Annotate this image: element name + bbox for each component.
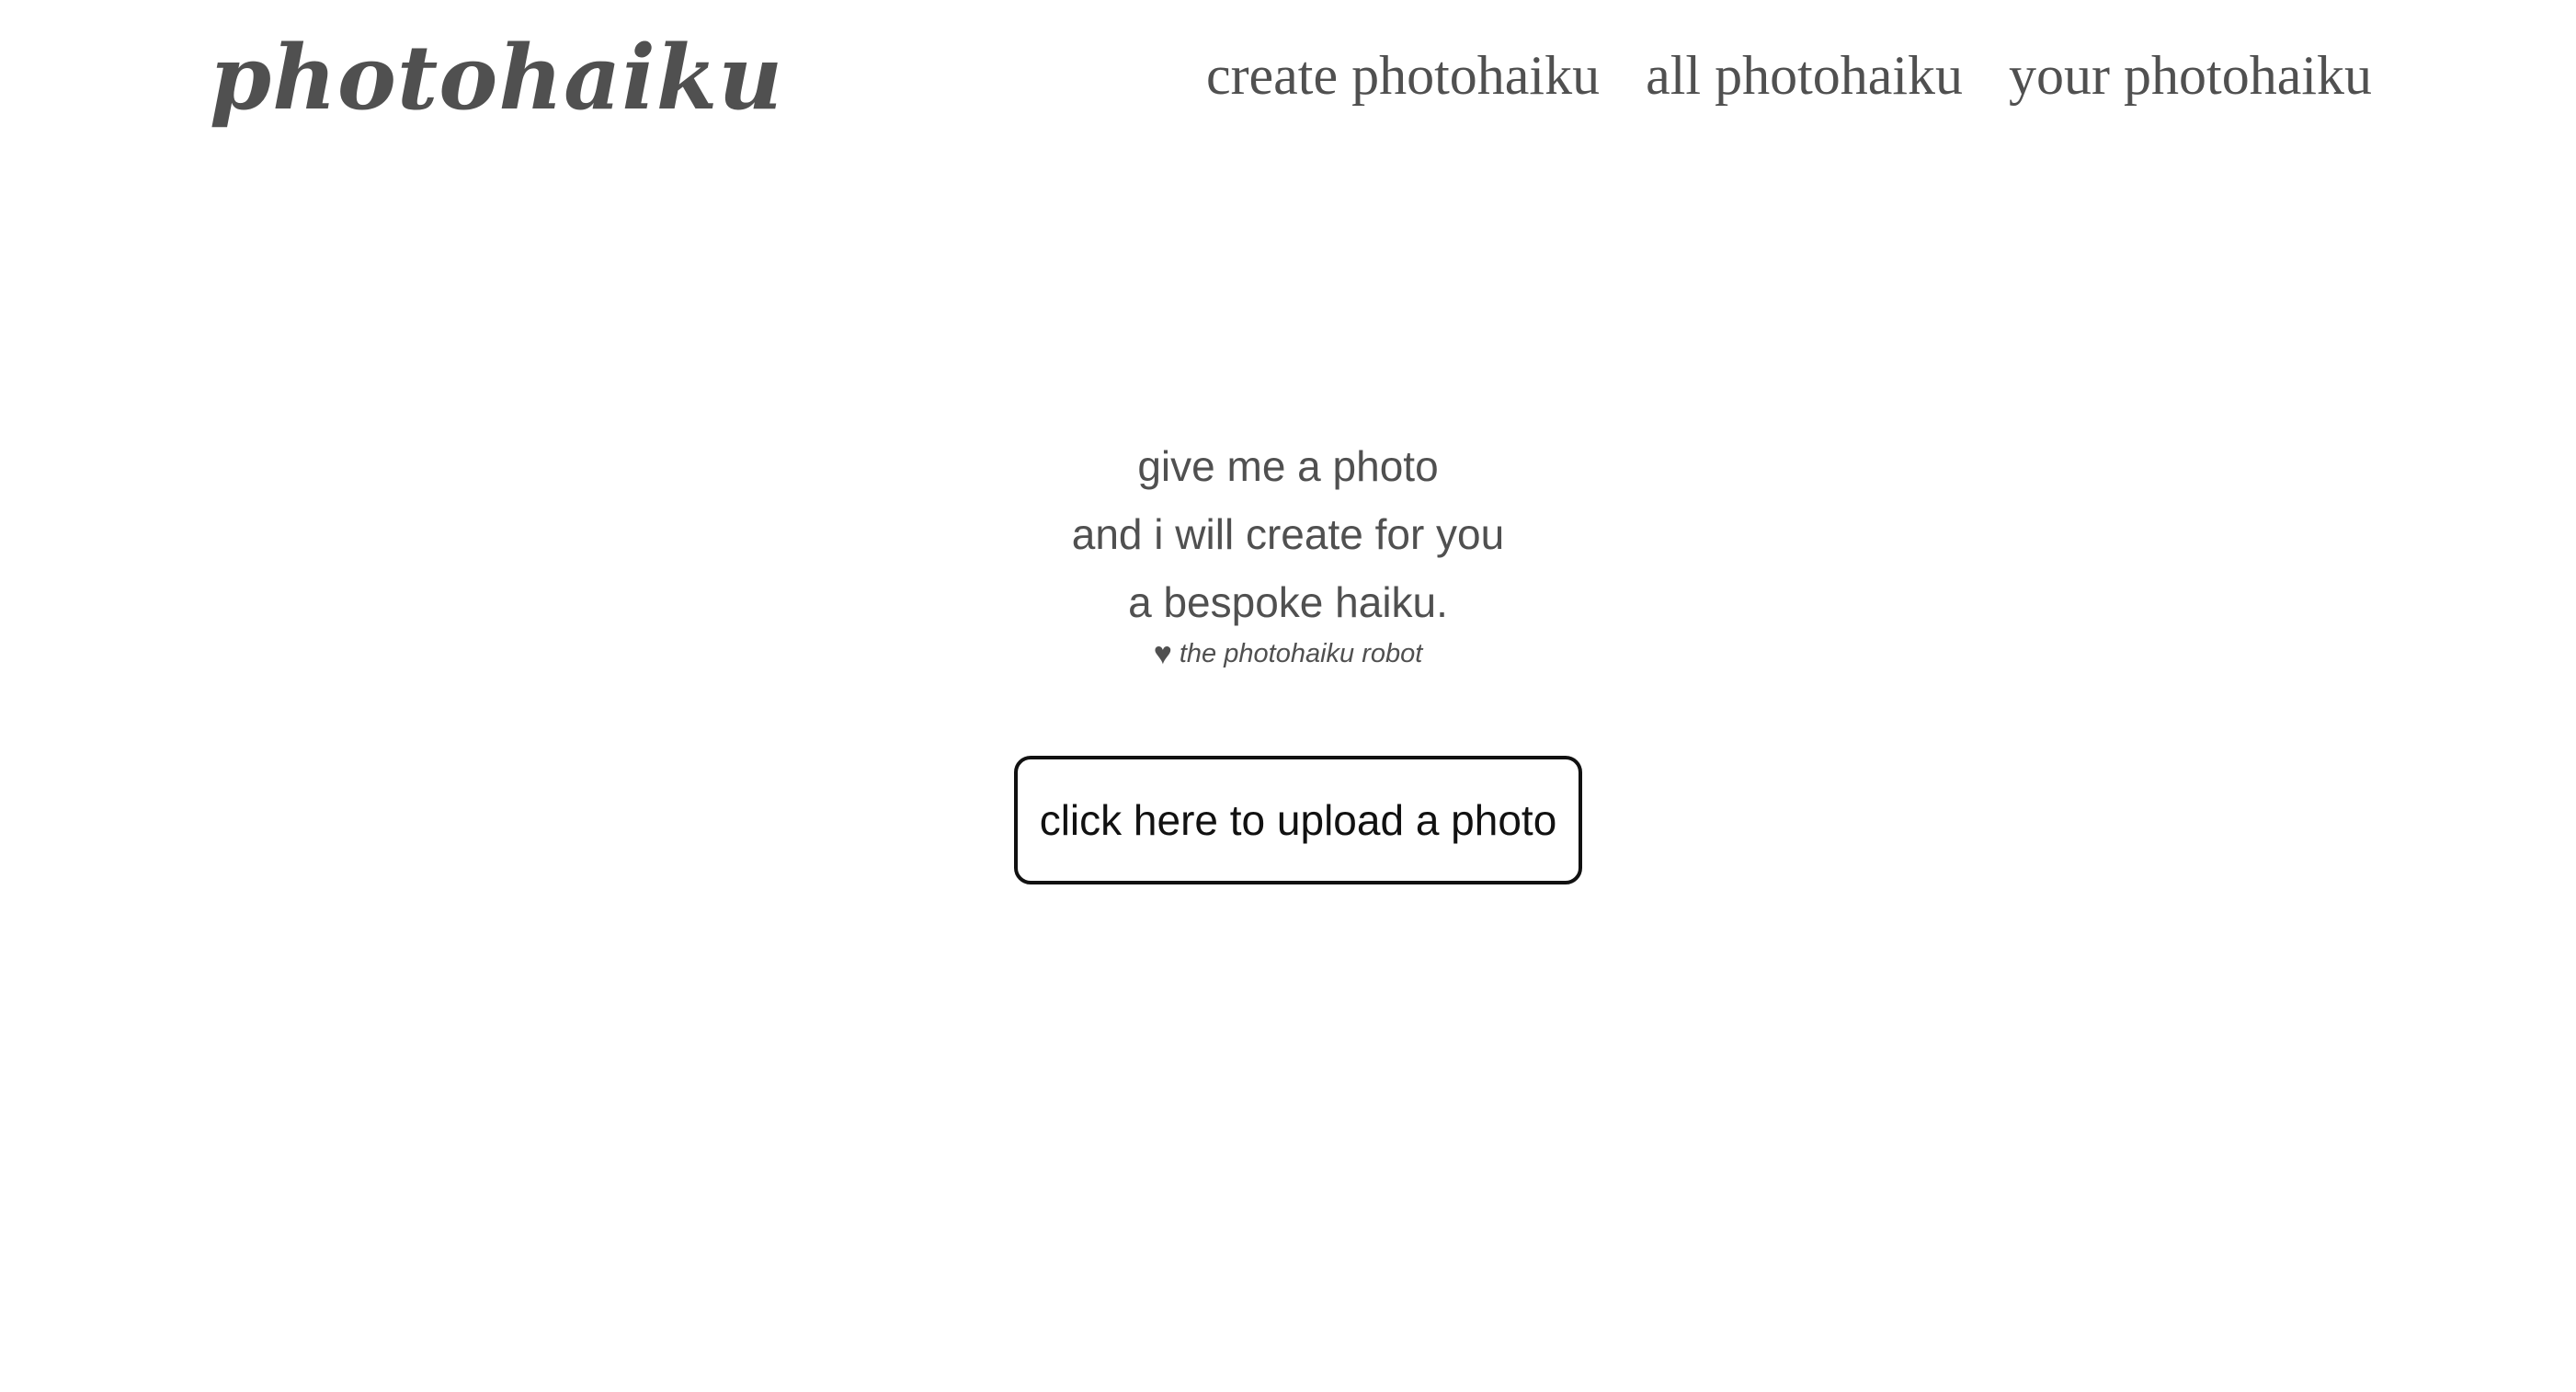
haiku-line-2: and i will create for you	[1071, 510, 1505, 558]
haiku-line-1: give me a photo	[1137, 442, 1439, 490]
upload-photo-button[interactable]: click here to upload a photo	[1014, 756, 1582, 884]
site-header: photohaiku create photohaiku all photoha…	[0, 0, 2576, 156]
nav-all-photohaiku[interactable]: all photohaiku	[1646, 39, 1963, 112]
site-logo[interactable]: photohaiku	[210, 18, 783, 138]
hero-section: give me a photo and i will create for yo…	[0, 432, 2576, 675]
nav-create-photohaiku[interactable]: create photohaiku	[1206, 39, 1600, 112]
upload-button-label: click here to upload a photo	[1039, 796, 1557, 844]
haiku-line-3: a bespoke haiku.	[1128, 578, 1448, 626]
main-nav: create photohaiku all photohaiku your ph…	[1206, 39, 2372, 112]
signature: ♥ the photohaiku robot	[0, 633, 2576, 675]
nav-your-photohaiku[interactable]: your photohaiku	[2009, 39, 2372, 112]
heart-icon: ♥	[1153, 636, 1172, 671]
signature-text: the photohaiku robot	[1179, 639, 1423, 668]
